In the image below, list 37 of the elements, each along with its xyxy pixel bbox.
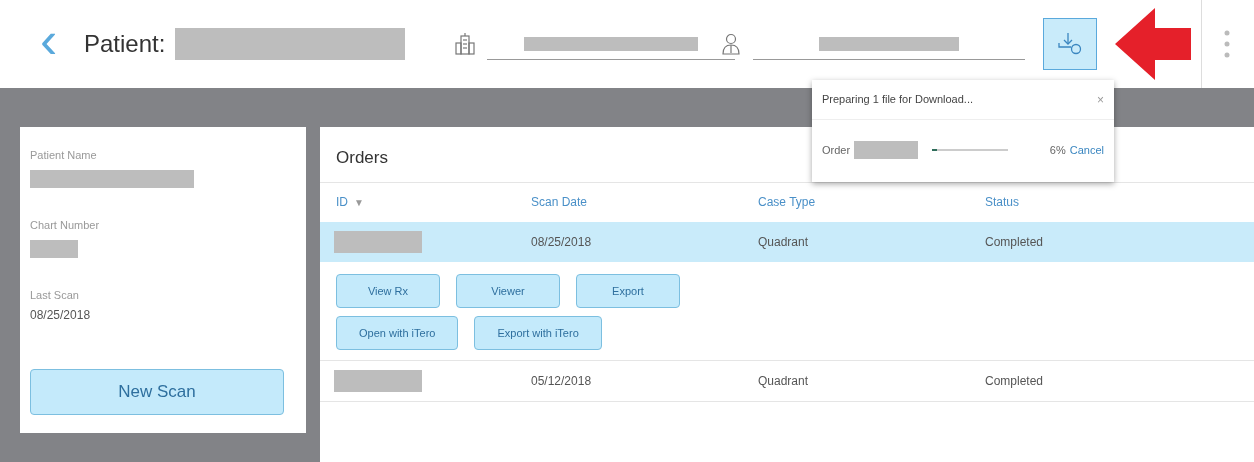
- field-label: Last Scan: [30, 288, 80, 303]
- redacted-block: [854, 141, 919, 159]
- action-button[interactable]: View Rx: [336, 274, 440, 308]
- new-scan-button[interactable]: New Scan: [30, 369, 284, 415]
- table-cell: 05/12/2018: [531, 374, 592, 388]
- field-value: 08/25/2018: [30, 306, 92, 324]
- column-header[interactable]: Status: [985, 193, 1020, 211]
- more-icon[interactable]: [1224, 29, 1231, 59]
- column-header[interactable]: Scan Date: [531, 193, 588, 211]
- action-button[interactable]: Export: [576, 274, 680, 308]
- table-cell: Completed: [985, 235, 1044, 249]
- close-button[interactable]: ×: [1097, 90, 1104, 109]
- popup-title: Preparing 1 file for Download...: [822, 92, 974, 108]
- table-cell: Quadrant: [758, 235, 809, 249]
- orders-title: Orders: [336, 147, 388, 169]
- download-icon: [1057, 32, 1084, 56]
- patient-label: Patient:: [84, 29, 166, 59]
- progress-percent: 6%: [1049, 142, 1066, 158]
- order-row[interactable]: 08/25/2018 Quadrant Completed: [320, 222, 1254, 262]
- cancel-link[interactable]: Cancel: [1069, 141, 1104, 159]
- table-cell: Quadrant: [758, 374, 809, 388]
- back-button[interactable]: ‹: [40, 14, 68, 66]
- person-icon: [721, 33, 742, 55]
- sort-icon[interactable]: ▼: [354, 194, 364, 210]
- field-label: Patient Name: [30, 148, 98, 163]
- download-button[interactable]: [1043, 18, 1098, 70]
- order-label: Order: [822, 142, 851, 158]
- action-button[interactable]: Export with iTero: [474, 316, 602, 350]
- building-icon: [455, 33, 476, 55]
- column-header[interactable]: ID: [336, 193, 348, 211]
- action-button[interactable]: Viewer: [456, 274, 560, 308]
- table-cell: 08/25/2018: [531, 235, 592, 249]
- column-header[interactable]: Case Type: [758, 193, 816, 211]
- arrow-icon: [1115, 8, 1192, 80]
- table-cell: Completed: [985, 374, 1044, 388]
- field-label: Chart Number: [30, 218, 101, 233]
- action-button[interactable]: Open with iTero: [336, 316, 459, 350]
